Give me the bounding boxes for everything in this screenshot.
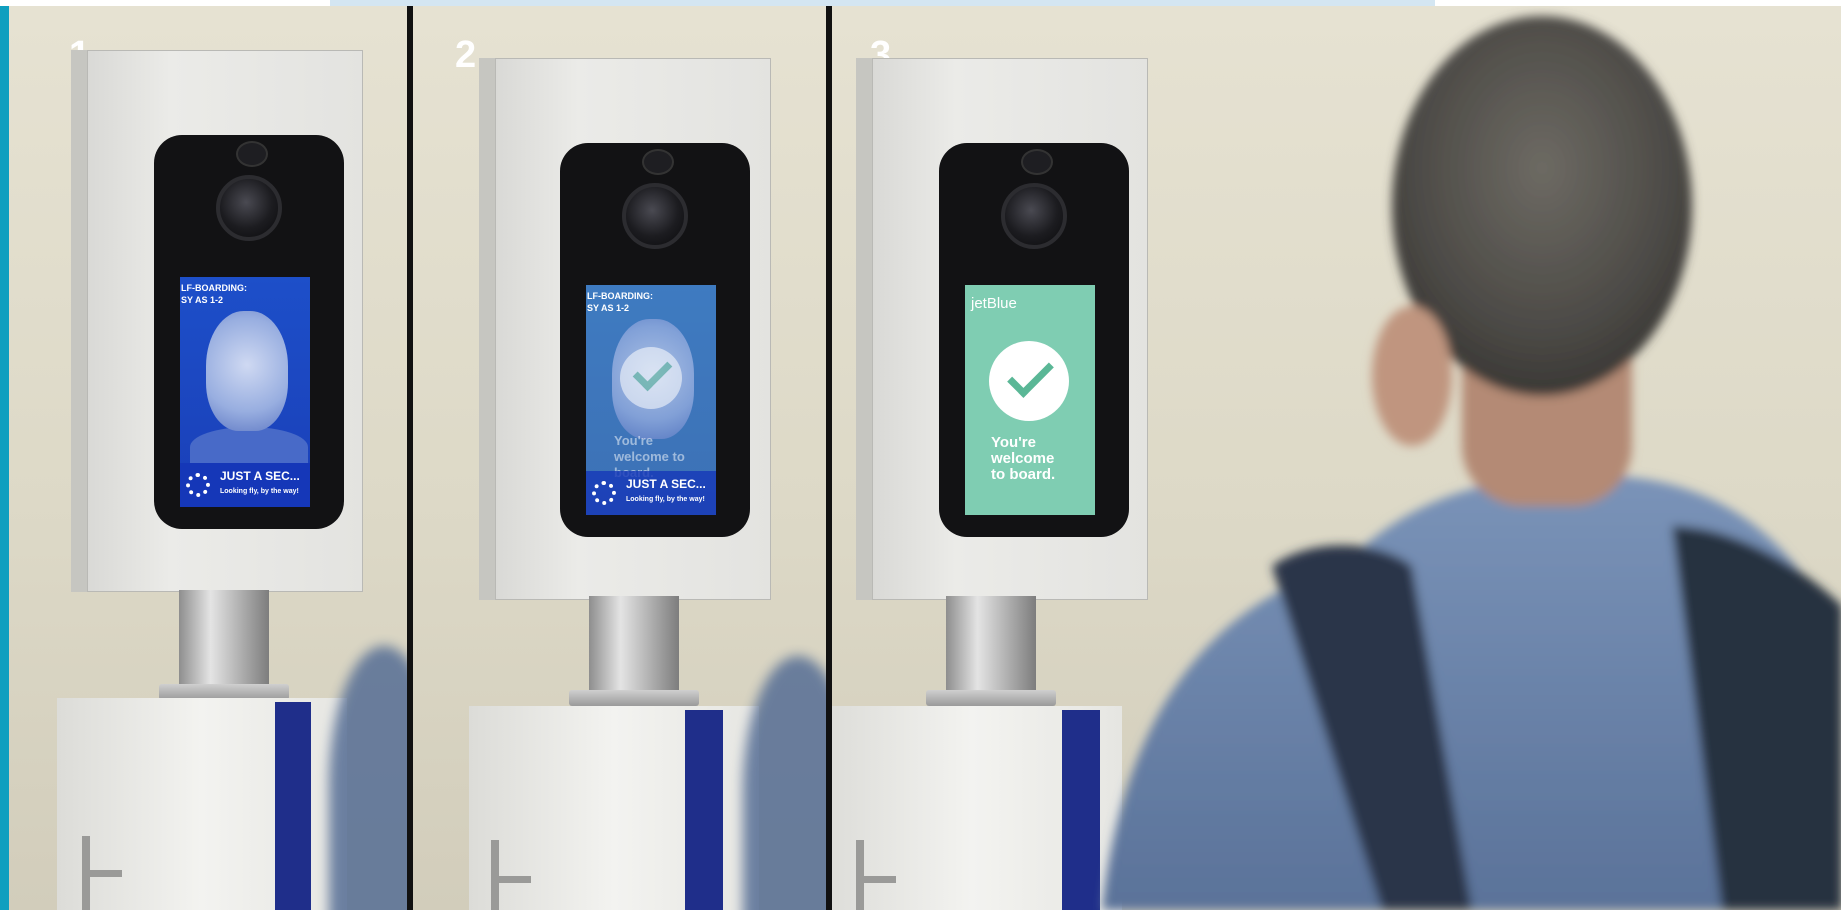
screen-bezel: LF-BOARDING: SY AS 1-2 JUST A SEC... Loo… bbox=[154, 135, 344, 529]
panel-1: 1 LF-BOARDING: SY AS 1-2 JUST A SEC... L… bbox=[9, 6, 407, 910]
pedestal-stripe bbox=[275, 702, 311, 910]
spinner-icon bbox=[186, 473, 210, 497]
sidebar-line-2: SY AS 1-2 bbox=[587, 303, 630, 313]
kiosk-head: LF-BOARDING: SY AS 1-2 JUST A SEC... Loo… bbox=[87, 50, 363, 592]
sidebar-line-1: LF-BOARDING: bbox=[181, 283, 247, 293]
pedestal-handle-bar bbox=[491, 876, 531, 883]
panel-number: 2 bbox=[455, 34, 477, 76]
sensor-icon bbox=[642, 149, 674, 175]
blurred-passenger bbox=[329, 646, 407, 910]
jetblue-logo: jetBlue bbox=[971, 295, 1017, 312]
welcome-line-3: to board. bbox=[991, 466, 1056, 483]
blurred-passenger bbox=[743, 656, 826, 910]
welcome-message: You're welcome to board. bbox=[991, 435, 1055, 483]
camera-icon bbox=[1001, 183, 1067, 249]
kiosk-screen-welcome: jetBlue You're welcome to board. bbox=[965, 285, 1095, 515]
kiosk-flange bbox=[926, 690, 1056, 706]
passenger-face bbox=[206, 311, 288, 431]
kiosk-pole bbox=[589, 596, 679, 696]
panel-3: 3 jetBlue You're welcome to board. bbox=[832, 6, 1841, 910]
pedestal-handle-bar bbox=[856, 876, 896, 883]
welcome-line-1: You're bbox=[991, 434, 1036, 451]
check-circle bbox=[989, 341, 1069, 421]
status-subtitle: Looking fly, by the way! bbox=[220, 488, 299, 495]
pedestal-stripe bbox=[685, 710, 723, 910]
check-circle bbox=[620, 347, 682, 409]
passenger-shoulders bbox=[190, 427, 308, 467]
status-bar: JUST A SEC... Looking fly, by the way! bbox=[586, 471, 716, 515]
check-icon bbox=[1007, 351, 1054, 398]
sidebar-line-1: LF-BOARDING: bbox=[587, 291, 653, 301]
kiosk-head: LF-BOARDING: SY AS 1-2 You're welcome to… bbox=[495, 58, 771, 600]
kiosk-pole bbox=[179, 590, 269, 690]
status-title: JUST A SEC... bbox=[220, 469, 300, 483]
camera-icon bbox=[216, 175, 282, 241]
camera-icon bbox=[622, 183, 688, 249]
sidebar-line-2: SY AS 1-2 bbox=[181, 295, 224, 305]
spinner-icon bbox=[592, 481, 616, 505]
check-icon bbox=[632, 351, 673, 392]
status-bar: JUST A SEC... Looking fly, by the way! bbox=[180, 463, 310, 507]
pedestal-handle bbox=[491, 840, 499, 910]
panel-2: 2 LF-BOARDING: SY AS 1-2 You're welcome … bbox=[413, 6, 826, 910]
kiosk-pole bbox=[946, 596, 1036, 696]
sensor-icon bbox=[236, 141, 268, 167]
sensor-icon bbox=[1021, 149, 1053, 175]
kiosk-flange bbox=[569, 690, 699, 706]
kiosk-screen-scanning: LF-BOARDING: SY AS 1-2 JUST A SEC... Loo… bbox=[180, 277, 310, 507]
pedestal-handle bbox=[856, 840, 864, 910]
pedestal-handle-bar bbox=[82, 870, 122, 877]
blurred-traveler bbox=[1102, 16, 1841, 910]
status-title: JUST A SEC... bbox=[626, 477, 706, 491]
kiosk-screen-transition: LF-BOARDING: SY AS 1-2 You're welcome to… bbox=[586, 285, 716, 515]
photo-stage: 1 LF-BOARDING: SY AS 1-2 JUST A SEC... L… bbox=[9, 6, 1841, 910]
status-subtitle: Looking fly, by the way! bbox=[626, 496, 705, 503]
screen-bezel: LF-BOARDING: SY AS 1-2 You're welcome to… bbox=[560, 143, 750, 537]
welcome-line-2: welcome bbox=[991, 450, 1055, 467]
